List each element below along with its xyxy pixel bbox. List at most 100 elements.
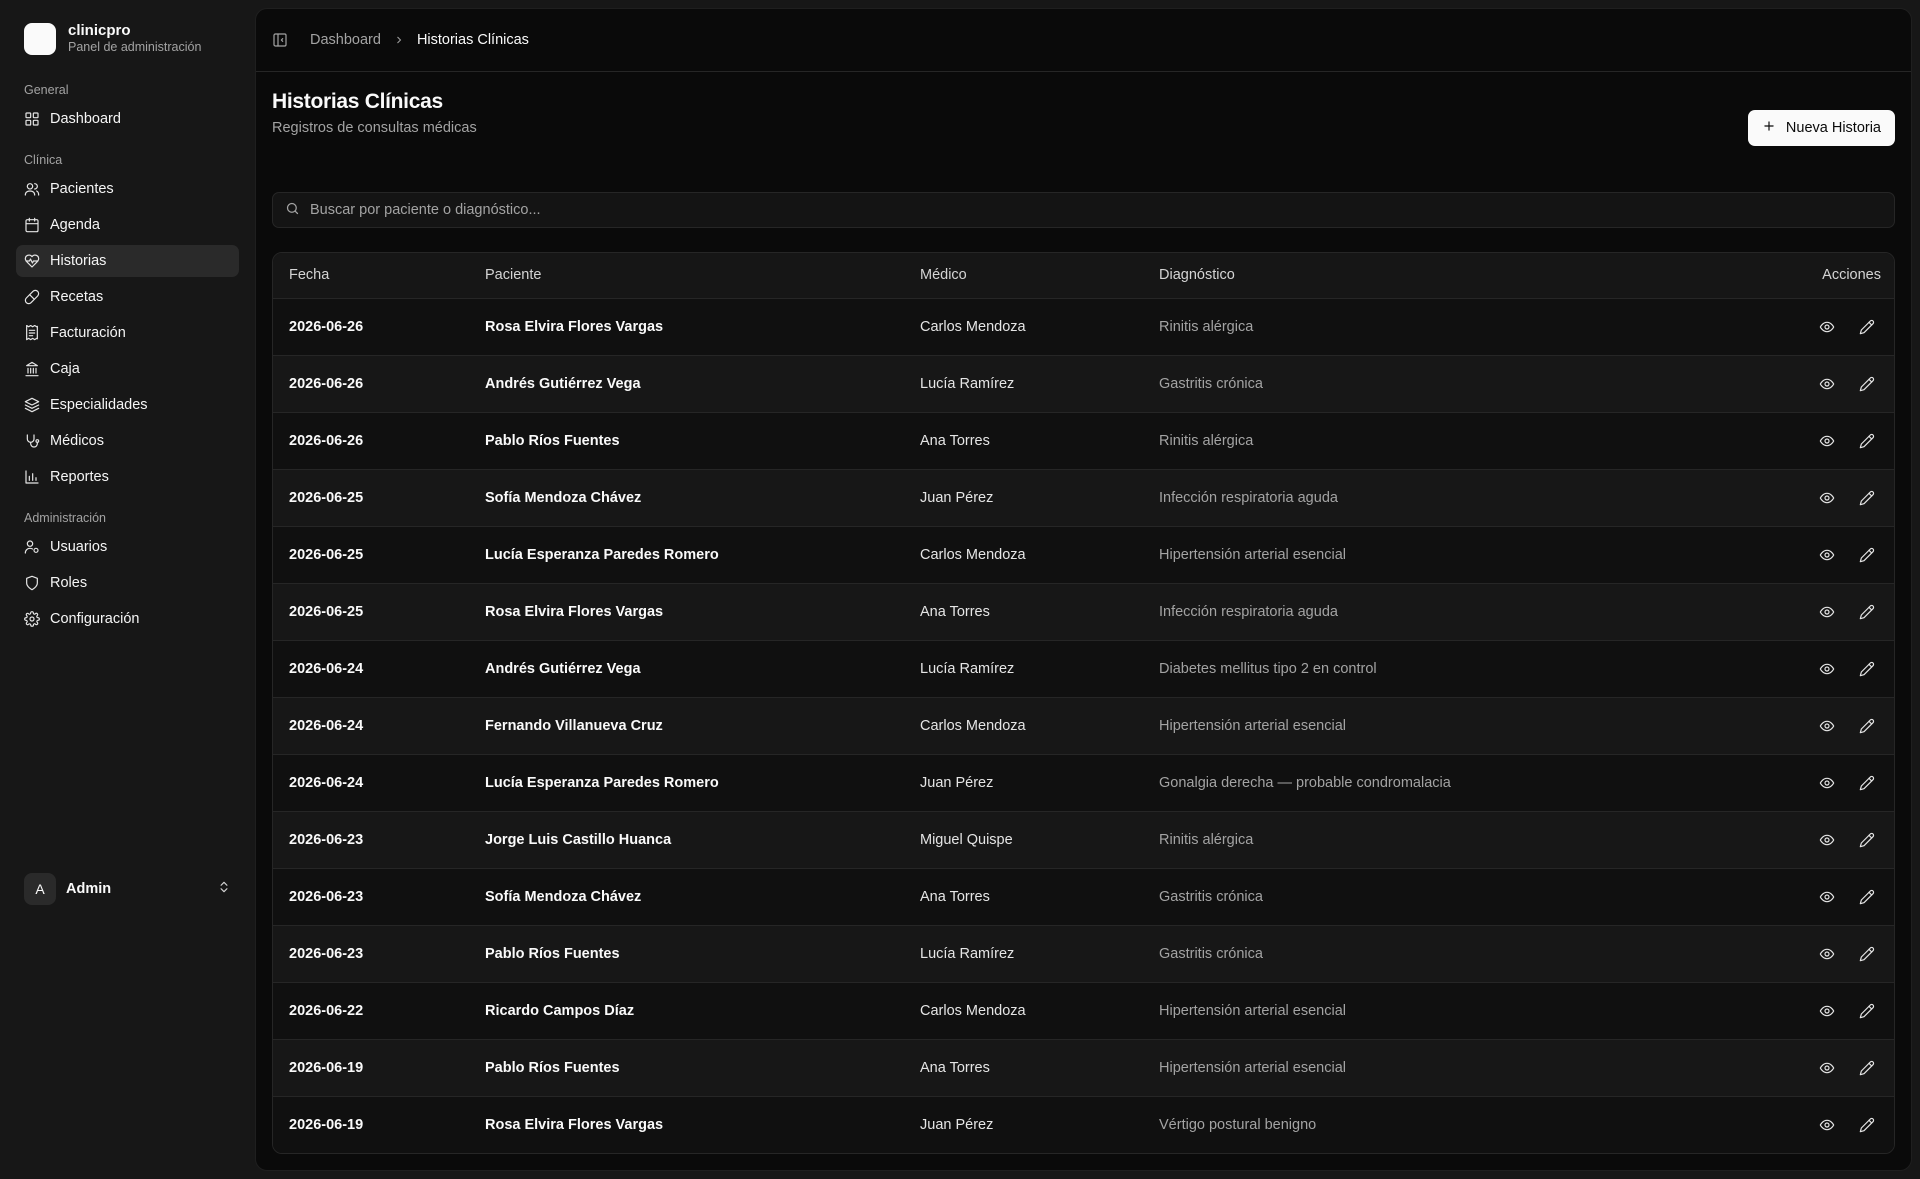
eye-icon: [1819, 1060, 1835, 1076]
edit-button[interactable]: [1853, 940, 1881, 968]
view-button[interactable]: [1813, 541, 1841, 569]
cell-patient: Andrés Gutiérrez Vega: [485, 375, 641, 392]
table-row[interactable]: 2026-06-19 Pablo Ríos Fuentes Ana Torres Hi…: [273, 1039, 1894, 1096]
view-button[interactable]: [1813, 883, 1841, 911]
search-input[interactable]: [310, 202, 1882, 218]
view-button[interactable]: [1813, 1111, 1841, 1139]
eye-icon: [1819, 889, 1835, 905]
view-button[interactable]: [1813, 997, 1841, 1025]
table-row[interactable]: 2026-06-24 Lucía Esperanza Paredes Romero…: [273, 754, 1894, 811]
table-row[interactable]: 2026-06-24 Fernando Villanueva Cruz Carlos…: [273, 697, 1894, 754]
sidebar-item-especialidades[interactable]: Especialidades: [16, 389, 239, 421]
view-button[interactable]: [1813, 484, 1841, 512]
cell-doctor: Ana Torres: [920, 888, 990, 905]
edit-button[interactable]: [1853, 1111, 1881, 1139]
pencil-icon: [1859, 547, 1875, 563]
new-history-button[interactable]: Nueva Historia: [1747, 110, 1895, 146]
edit-button[interactable]: [1853, 313, 1881, 341]
edit-button[interactable]: [1853, 1054, 1881, 1082]
stethoscope-icon: [24, 433, 40, 449]
edit-button[interactable]: [1853, 598, 1881, 626]
pencil-icon: [1859, 832, 1875, 848]
col-header-doctor[interactable]: Médico: [904, 253, 1143, 299]
table-row[interactable]: 2026-06-23 Jorge Luis Castillo Huanca Migu…: [273, 811, 1894, 868]
cell-doctor: Carlos Mendoza: [920, 546, 1026, 563]
edit-button[interactable]: [1853, 370, 1881, 398]
sidebar-item-usuarios[interactable]: Usuarios: [16, 531, 239, 563]
edit-button[interactable]: [1853, 883, 1881, 911]
view-button[interactable]: [1813, 1054, 1841, 1082]
cell-patient: Ricardo Campos Díaz: [485, 1002, 635, 1019]
edit-button[interactable]: [1853, 655, 1881, 683]
table-row[interactable]: 2026-06-26 Andrés Gutiérrez Vega Lucía Ram…: [273, 355, 1894, 412]
edit-button[interactable]: [1853, 769, 1881, 797]
table-row[interactable]: 2026-06-24 Andrés Gutiérrez Vega Lucía Ram…: [273, 640, 1894, 697]
col-header-patient[interactable]: Paciente: [469, 253, 904, 299]
cell-diagnosis: Vértigo postural benigno: [1159, 1116, 1317, 1133]
sidebar-nav: General Dashboard Clínica Pacientes Agenda Hi…: [16, 69, 239, 639]
col-header-diagnosis[interactable]: Diagnóstico: [1143, 253, 1703, 299]
sidebar-item-configuracion[interactable]: Configuración: [16, 603, 239, 635]
brand[interactable]: clinicpro Panel de administración: [16, 16, 239, 69]
breadcrumb-current: Historias Clínicas: [416, 32, 529, 48]
edit-button[interactable]: [1853, 997, 1881, 1025]
sidebar-item-pacientes[interactable]: Pacientes: [16, 173, 239, 205]
sidebar-item-medicos[interactable]: Médicos: [16, 425, 239, 457]
sidebar-item-roles[interactable]: Roles: [16, 567, 239, 599]
sidebar-item-facturacion[interactable]: Facturación: [16, 317, 239, 349]
view-button[interactable]: [1813, 769, 1841, 797]
sidebar-toggle-icon[interactable]: [272, 32, 288, 48]
cell-diagnosis: Infección respiratoria aguda: [1159, 489, 1338, 506]
sidebar-item-agenda[interactable]: Agenda: [16, 209, 239, 241]
cell-date: 2026-06-25: [289, 603, 364, 620]
user-menu-button[interactable]: A Admin: [16, 865, 239, 913]
view-button[interactable]: [1813, 427, 1841, 455]
view-button[interactable]: [1813, 826, 1841, 854]
calendar-icon: [24, 217, 40, 233]
pencil-icon: [1859, 661, 1875, 677]
view-button[interactable]: [1813, 655, 1841, 683]
view-button[interactable]: [1813, 313, 1841, 341]
table-row[interactable]: 2026-06-25 Sofía Mendoza Chávez Juan Pérez…: [273, 469, 1894, 526]
view-button[interactable]: [1813, 940, 1841, 968]
sidebar-item-label: Recetas: [50, 289, 104, 305]
view-button[interactable]: [1813, 712, 1841, 740]
col-header-date[interactable]: Fecha: [273, 253, 469, 299]
cell-diagnosis: Hipertensión arterial esencial: [1159, 1002, 1346, 1019]
breadcrumb-dashboard[interactable]: Dashboard: [310, 32, 381, 48]
pencil-icon: [1859, 319, 1875, 335]
sidebar-item-recetas[interactable]: Recetas: [16, 281, 239, 313]
edit-button[interactable]: [1853, 484, 1881, 512]
cell-date: 2026-06-26: [289, 318, 364, 335]
cell-diagnosis: Hipertensión arterial esencial: [1159, 546, 1346, 563]
sidebar-item-reportes[interactable]: Reportes: [16, 461, 239, 493]
table-row[interactable]: 2026-06-23 Sofía Mendoza Chávez Ana Torres…: [273, 868, 1894, 925]
table-row[interactable]: 2026-06-25 Rosa Elvira Flores Vargas Ana T…: [273, 583, 1894, 640]
table-row[interactable]: 2026-06-19 Rosa Elvira Flores Vargas Juan …: [273, 1096, 1894, 1153]
cell-patient: Pablo Ríos Fuentes: [485, 1059, 620, 1076]
cell-actions: [1703, 868, 1894, 925]
table-row[interactable]: 2026-06-23 Pablo Ríos Fuentes Lucía Ramíre…: [273, 925, 1894, 982]
cell-patient: Jorge Luis Castillo Huanca: [485, 831, 672, 848]
eye-icon: [1819, 1117, 1835, 1133]
sidebar-item-label: Caja: [50, 361, 80, 377]
edit-button[interactable]: [1853, 826, 1881, 854]
view-button[interactable]: [1813, 370, 1841, 398]
sidebar-item-caja[interactable]: Caja: [16, 353, 239, 385]
table-row[interactable]: 2026-06-25 Lucía Esperanza Paredes Romero…: [273, 526, 1894, 583]
edit-button[interactable]: [1853, 541, 1881, 569]
view-button[interactable]: [1813, 598, 1841, 626]
edit-button[interactable]: [1853, 427, 1881, 455]
cell-doctor: Carlos Mendoza: [920, 1002, 1026, 1019]
table-row[interactable]: 2026-06-26 Rosa Elvira Flores Vargas Carlo…: [273, 298, 1894, 355]
cell-doctor: Carlos Mendoza: [920, 318, 1026, 335]
sidebar-item-dashboard[interactable]: Dashboard: [16, 103, 239, 135]
eye-icon: [1819, 1003, 1835, 1019]
table-row[interactable]: 2026-06-26 Pablo Ríos Fuentes Ana Torres Ri…: [273, 412, 1894, 469]
search-icon: [285, 201, 300, 220]
table-row[interactable]: 2026-06-22 Ricardo Campos Díaz Carlos Mend…: [273, 982, 1894, 1039]
sidebar-item-historias[interactable]: Historias: [16, 245, 239, 277]
plus-icon: [1762, 119, 1776, 137]
new-history-label: Nueva Historia: [1785, 120, 1881, 136]
edit-button[interactable]: [1853, 712, 1881, 740]
